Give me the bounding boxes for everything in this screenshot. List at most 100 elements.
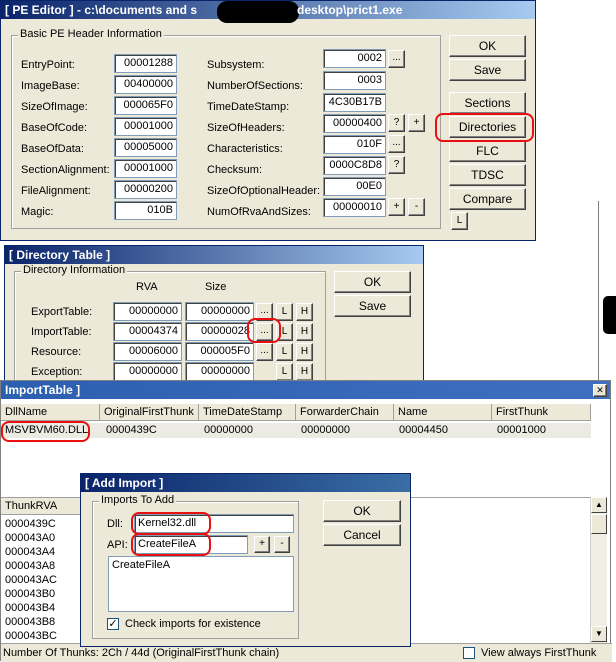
filealignment-label: FileAlignment: <box>21 185 91 197</box>
list-item[interactable]: 000043B0 <box>5 588 55 600</box>
resource-browse-button[interactable]: ... <box>256 343 273 361</box>
baseofdata-label: BaseOfData: <box>21 143 84 155</box>
exporttable-l-button[interactable]: L <box>276 303 293 321</box>
compare-button[interactable]: Compare <box>449 188 526 210</box>
flc-button[interactable]: FLC <box>449 140 526 162</box>
exception-l-button[interactable]: L <box>276 363 293 381</box>
rva-column-header: RVA <box>136 281 158 293</box>
sectionalignment-field[interactable]: 00001000 <box>114 159 177 178</box>
dir-save-button[interactable]: Save <box>334 295 411 317</box>
directory-table-titlebar[interactable]: [ Directory Table ] <box>5 246 423 264</box>
numofrva-plus-button[interactable]: + <box>388 198 405 216</box>
timedatestamp-field[interactable]: 4C30B17B <box>323 93 386 112</box>
importtable-size-field[interactable]: 00000028 <box>185 322 254 341</box>
resource-rva-field[interactable]: 00006000 <box>113 342 182 361</box>
magic-field[interactable]: 010B <box>114 201 177 220</box>
entrypoint-field[interactable]: 00001288 <box>114 54 177 73</box>
scroll-thumb[interactable] <box>591 514 607 534</box>
exception-size-field[interactable]: 00000000 <box>185 362 254 381</box>
cell-timedatestamp: 00000000 <box>204 424 253 436</box>
list-item[interactable]: CreateFileA <box>112 559 170 571</box>
pe-ok-button[interactable]: OK <box>449 35 526 57</box>
list-item[interactable]: 000043B4 <box>5 602 55 614</box>
col-name[interactable]: Name <box>394 404 492 421</box>
col-timedatestamp[interactable]: TimeDateStamp <box>199 404 296 421</box>
tdsc-button[interactable]: TDSC <box>449 164 526 186</box>
import-table-titlebar[interactable]: ImportTable ] <box>1 381 610 399</box>
list-item[interactable]: 000043A0 <box>5 532 55 544</box>
resource-h-button[interactable]: H <box>296 343 313 361</box>
imagebase-field[interactable]: 00400000 <box>114 75 177 94</box>
list-item[interactable]: 000043A4 <box>5 546 55 558</box>
sizeofoptionalheader-field[interactable]: 00E0 <box>323 177 386 196</box>
sizeofheaders-question-button[interactable]: ? <box>388 114 405 132</box>
col-thunkrva[interactable]: ThunkRVA <box>1 498 87 515</box>
resource-size-field[interactable]: 000005F0 <box>185 342 254 361</box>
add-import-cancel-button[interactable]: Cancel <box>323 524 401 546</box>
sizeofimage-label: SizeOfImage: <box>21 101 88 113</box>
col-originalfirstthunk[interactable]: OriginalFirstThunk <box>100 404 199 421</box>
add-import-dialog: [ Add Import ] Imports To Add Dll: Kerne… <box>80 473 411 647</box>
sections-button[interactable]: Sections <box>449 92 526 114</box>
pe-editor-title: [ PE Editor ] - c:\documents and s <box>5 3 198 17</box>
check-existence-label: Check imports for existence <box>125 618 261 630</box>
col-dllname[interactable]: DllName <box>1 404 100 421</box>
close-icon[interactable]: ✕ <box>593 384 607 397</box>
list-item[interactable]: 0000439C <box>5 518 56 530</box>
exception-h-button[interactable]: H <box>296 363 313 381</box>
group-title: Basic PE Header Information <box>18 28 164 40</box>
api-remove-button[interactable]: - <box>274 536 290 553</box>
scroll-down-icon[interactable]: ▼ <box>591 626 607 642</box>
checksum-label: Checksum: <box>207 164 263 176</box>
list-item[interactable]: 000043AC <box>5 574 57 586</box>
baseofdata-field[interactable]: 00005000 <box>114 138 177 157</box>
importtable-label: ImportTable: <box>31 326 92 338</box>
numofrvaandsizes-field[interactable]: 00000010 <box>323 198 386 217</box>
sizeofheaders-field[interactable]: 00000400 <box>323 114 386 133</box>
col-forwarderchain[interactable]: ForwarderChain <box>296 404 394 421</box>
exporttable-label: ExportTable: <box>31 306 93 318</box>
list-item[interactable]: 000043A8 <box>5 560 55 572</box>
resource-label: Resource: <box>31 346 82 358</box>
scroll-up-icon[interactable]: ▲ <box>591 497 607 513</box>
exporttable-h-button[interactable]: H <box>296 303 313 321</box>
exporttable-size-field[interactable]: 00000000 <box>185 302 254 321</box>
sectionalignment-label: SectionAlignment: <box>21 164 110 176</box>
exception-rva-field[interactable]: 00000000 <box>113 362 182 381</box>
check-existence-checkbox[interactable]: ✓ <box>107 618 119 630</box>
api-list[interactable]: CreateFileA <box>108 556 294 612</box>
resource-l-button[interactable]: L <box>276 343 293 361</box>
numofrva-minus-button[interactable]: - <box>408 198 425 216</box>
l-button[interactable]: L <box>451 212 468 230</box>
add-import-titlebar[interactable]: [ Add Import ] <box>81 474 410 492</box>
checksum-field[interactable]: 0000C8D8 <box>323 156 386 175</box>
filealignment-field[interactable]: 00000200 <box>114 180 177 199</box>
baseofcode-field[interactable]: 00001000 <box>114 117 177 136</box>
importtable-rva-field[interactable]: 00004374 <box>113 322 182 341</box>
checksum-question-button[interactable]: ? <box>388 156 405 174</box>
directory-table-window: [ Directory Table ] Directory Informatio… <box>4 245 424 385</box>
baseofcode-label: BaseOfCode: <box>21 122 88 134</box>
thunk-scrollbar[interactable]: ▲ ▼ <box>590 497 607 643</box>
subsystem-field[interactable]: 0002 <box>323 49 386 68</box>
numberofsections-label: NumberOfSections: <box>207 80 303 92</box>
characteristics-field[interactable]: 010F <box>323 135 386 154</box>
dir-ok-button[interactable]: OK <box>334 271 411 293</box>
list-item[interactable]: 000043B8 <box>5 616 55 628</box>
list-item[interactable]: 000043BC <box>5 630 57 640</box>
subsystem-browse-button[interactable]: ... <box>388 50 405 68</box>
cell-forwarderchain: 00000000 <box>301 424 350 436</box>
characteristics-browse-button[interactable]: ... <box>388 135 405 153</box>
pe-save-button[interactable]: Save <box>449 59 526 81</box>
sizeofheaders-plus-button[interactable]: + <box>408 114 425 132</box>
api-add-button[interactable]: + <box>254 536 270 553</box>
view-always-checkbox[interactable] <box>463 647 475 659</box>
api-input-highlight <box>131 533 211 556</box>
exporttable-rva-field[interactable]: 00000000 <box>113 302 182 321</box>
view-always-label: View always FirstThunk <box>481 647 597 659</box>
col-firstthunk[interactable]: FirstThunk <box>492 404 591 421</box>
importtable-h-button[interactable]: H <box>296 323 313 341</box>
add-import-ok-button[interactable]: OK <box>323 500 401 522</box>
sizeofimage-field[interactable]: 000065F0 <box>114 96 177 115</box>
numberofsections-field[interactable]: 0003 <box>323 71 386 90</box>
